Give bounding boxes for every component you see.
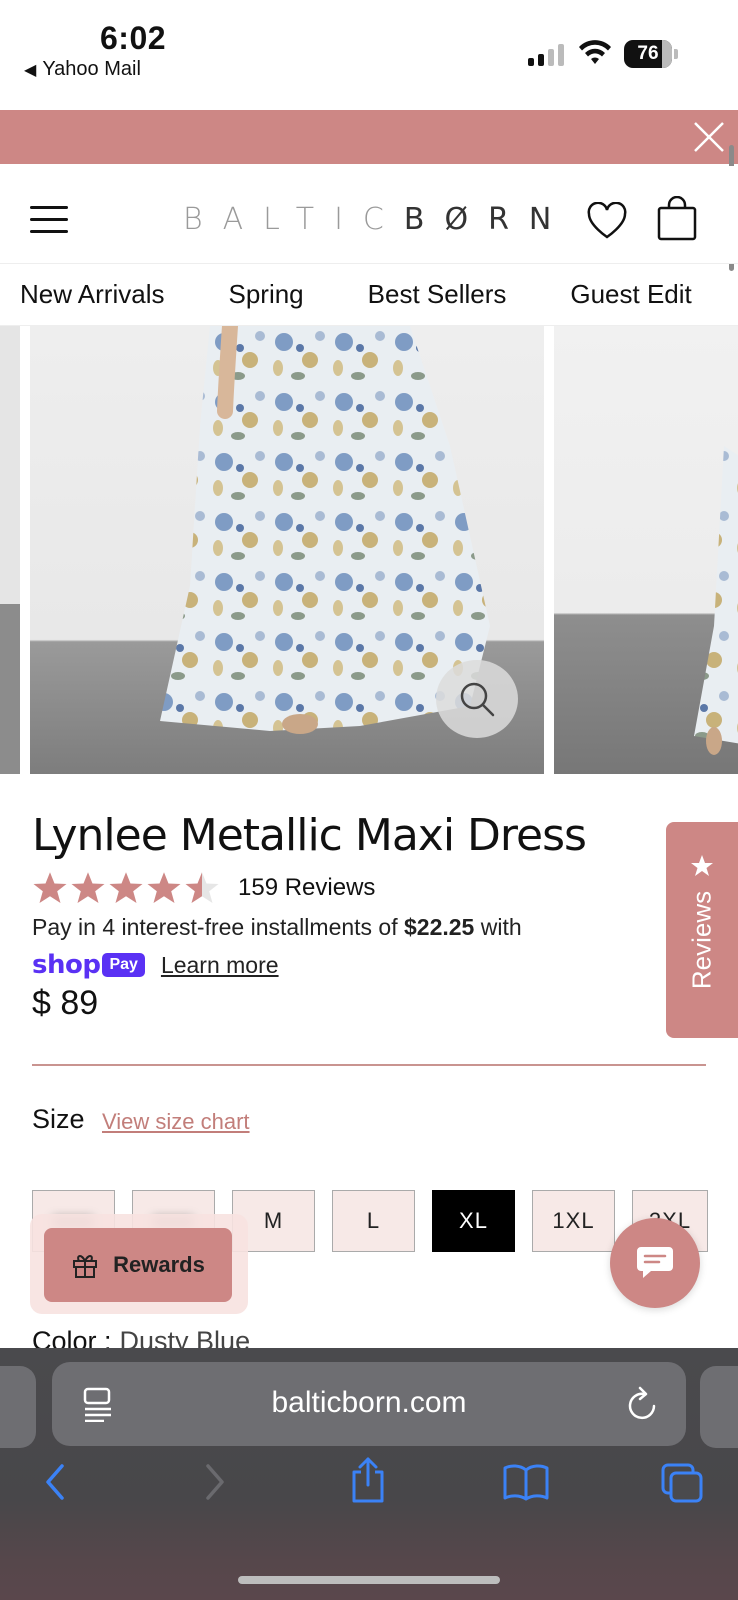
gallery-image-prev[interactable]: [0, 326, 20, 774]
brand-logo[interactable]: BALTICBØRN: [183, 202, 571, 237]
wifi-icon: [579, 40, 611, 64]
chat-button[interactable]: [610, 1218, 700, 1308]
chat-icon: [637, 1247, 673, 1278]
category-nav: New Arrivals Spring Best Sellers Guest E…: [0, 264, 738, 326]
address-bar[interactable]: balticborn.com: [52, 1362, 686, 1446]
heart-icon[interactable]: [586, 202, 628, 240]
hamburger-menu-icon[interactable]: [30, 206, 68, 233]
back-to-app-link[interactable]: ◀ Yahoo Mail: [24, 58, 141, 81]
cellular-signal-icon: [528, 44, 564, 66]
status-time: 6:02: [100, 20, 167, 56]
nav-best-sellers[interactable]: Best Sellers: [368, 279, 507, 310]
back-app-label: Yahoo Mail: [42, 58, 141, 80]
star-icon: [33, 872, 67, 903]
review-count[interactable]: 159 Reviews: [238, 874, 375, 902]
rewards-label: Rewards: [113, 1252, 205, 1277]
star-icon: [147, 872, 181, 903]
home-indicator: [238, 1576, 500, 1584]
site-header: BALTICBØRN: [0, 166, 738, 264]
bookmarks-icon[interactable]: [502, 1462, 550, 1502]
size-option-1xl[interactable]: 1XL: [532, 1190, 615, 1252]
nav-guest-edit[interactable]: Guest Edit: [570, 279, 691, 310]
browser-toolbar: balticborn.com: [0, 1348, 738, 1600]
learn-more-link[interactable]: Learn more: [161, 952, 279, 979]
nav-new-arrivals[interactable]: New Arrivals: [20, 279, 164, 310]
shop-pay-row: shop Pay Learn more: [32, 950, 279, 980]
product-image-gallery[interactable]: [0, 326, 738, 774]
share-icon[interactable]: [348, 1456, 388, 1504]
back-triangle-icon: ◀: [24, 61, 37, 79]
divider: [32, 1064, 706, 1066]
reviews-tab-label: Reviews: [686, 890, 717, 990]
product-price: $ 89: [32, 984, 99, 1022]
back-arrow-icon[interactable]: [42, 1462, 68, 1502]
status-bar: 6:02 ◀ Yahoo Mail 76: [0, 0, 738, 110]
zoom-button[interactable]: [436, 660, 518, 738]
star-icon: [185, 872, 219, 903]
promo-banner: [0, 110, 738, 164]
gallery-image-main[interactable]: [30, 326, 544, 774]
product-rating[interactable]: 159 Reviews: [32, 870, 375, 906]
url-text[interactable]: balticborn.com: [52, 1386, 686, 1420]
reviews-side-tab[interactable]: Reviews: [666, 822, 738, 1038]
forward-arrow-icon[interactable]: [202, 1462, 228, 1502]
zoom-icon: [460, 682, 495, 717]
dress-photo-next: [694, 446, 738, 755]
gift-icon: [73, 1255, 98, 1278]
nav-spring[interactable]: Spring: [228, 279, 303, 310]
gallery-image-next[interactable]: [554, 326, 738, 774]
tabs-icon[interactable]: [660, 1462, 704, 1504]
battery-level: 76: [637, 43, 659, 64]
star-icon: [691, 855, 713, 876]
size-chart-link[interactable]: View size chart: [102, 1109, 250, 1135]
star-icon: [71, 872, 105, 903]
previous-tab-preview[interactable]: [0, 1366, 36, 1448]
star-icon: [109, 872, 143, 903]
size-label: Size: [32, 1104, 85, 1134]
shopping-bag-icon[interactable]: [656, 196, 698, 242]
product-title: Lynlee Metallic Maxi Dress: [32, 810, 587, 861]
installment-amount: $22.25: [404, 914, 475, 940]
shop-pay-pill: Pay: [102, 953, 145, 977]
battery-icon: 76: [624, 40, 672, 68]
size-option-xl[interactable]: XL: [432, 1190, 515, 1252]
reload-icon[interactable]: [626, 1386, 660, 1422]
close-icon[interactable]: [692, 120, 726, 154]
next-tab-preview[interactable]: [700, 1366, 738, 1448]
size-option-l[interactable]: L: [332, 1190, 415, 1252]
installments-text: Pay in 4 interest-free installments of $…: [32, 914, 522, 940]
shop-pay-logo: shop: [32, 950, 101, 980]
rating-stars: [32, 870, 220, 906]
rewards-button[interactable]: Rewards: [44, 1228, 232, 1302]
browser-nav-buttons: [0, 1457, 738, 1522]
